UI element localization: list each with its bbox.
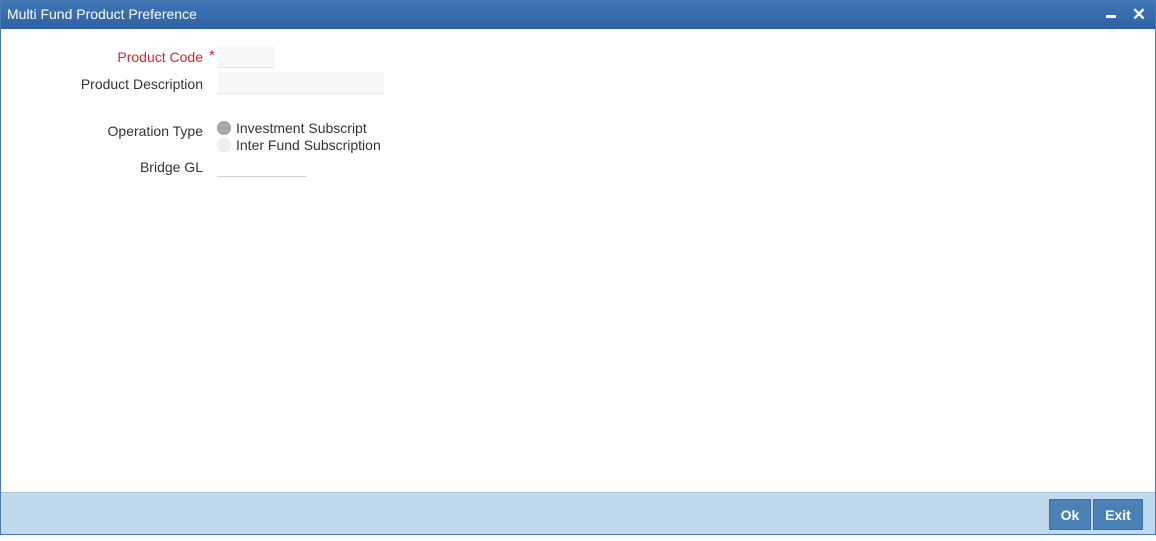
ok-button[interactable]: Ok <box>1049 499 1091 530</box>
product-description-label: Product Description <box>80 76 203 92</box>
operation-type-label: Operation Type <box>107 123 203 139</box>
product-code-input[interactable] <box>217 46 275 68</box>
title-bar[interactable]: Multi Fund Product Preference ✕ <box>1 1 1155 29</box>
footer-bar: Ok Exit <box>1 492 1155 534</box>
product-code-label: Product Code <box>117 49 203 65</box>
exit-button[interactable]: Exit <box>1093 499 1143 530</box>
close-icon[interactable]: ✕ <box>1129 5 1149 25</box>
bridge-gl-label: Bridge GL <box>139 159 203 175</box>
bridge-gl-input[interactable] <box>217 155 306 177</box>
window-title: Multi Fund Product Preference <box>7 6 197 22</box>
minimize-bar <box>1106 15 1116 18</box>
radio-selected-icon[interactable] <box>217 121 231 135</box>
multi-fund-product-preference-window: Multi Fund Product Preference ✕ Product … <box>0 0 1156 535</box>
radio-option-label: Inter Fund Subscription <box>236 137 381 153</box>
form-area: Product Code * Product Description Opera… <box>1 29 1155 492</box>
product-description-input[interactable] <box>217 72 384 94</box>
required-marker: * <box>209 47 215 64</box>
minimize-icon[interactable] <box>1101 5 1121 25</box>
radio-unselected-icon[interactable] <box>217 138 231 152</box>
radio-option-label: Investment Subscript <box>236 120 367 136</box>
